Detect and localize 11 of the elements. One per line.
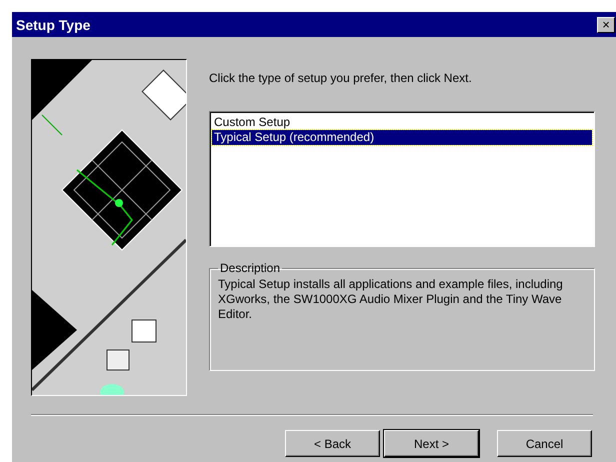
setup-type-list[interactable]: Custom Setup Typical Setup (recommended)	[209, 111, 595, 247]
description-text: Typical Setup installs all applications and example files, including XGworks, the SW1000XG Audio Mixer Plugin and the Tiny Wave Editor.	[218, 277, 564, 322]
dialog-button[interactable]: < Back	[285, 430, 380, 457]
dialog-button[interactable]: Cancel	[497, 430, 592, 457]
close-button[interactable]: ×	[597, 16, 615, 32]
list-item[interactable]: Custom Setup	[212, 115, 592, 130]
dialog-button[interactable]: Next >	[384, 430, 479, 457]
instruction-text: Click the type of setup you prefer, then click Next.	[209, 71, 473, 87]
group-title: Description	[219, 261, 282, 275]
list-item[interactable]: Typical Setup (recommended)	[212, 130, 592, 145]
window-title: Setup Type	[16, 16, 90, 32]
